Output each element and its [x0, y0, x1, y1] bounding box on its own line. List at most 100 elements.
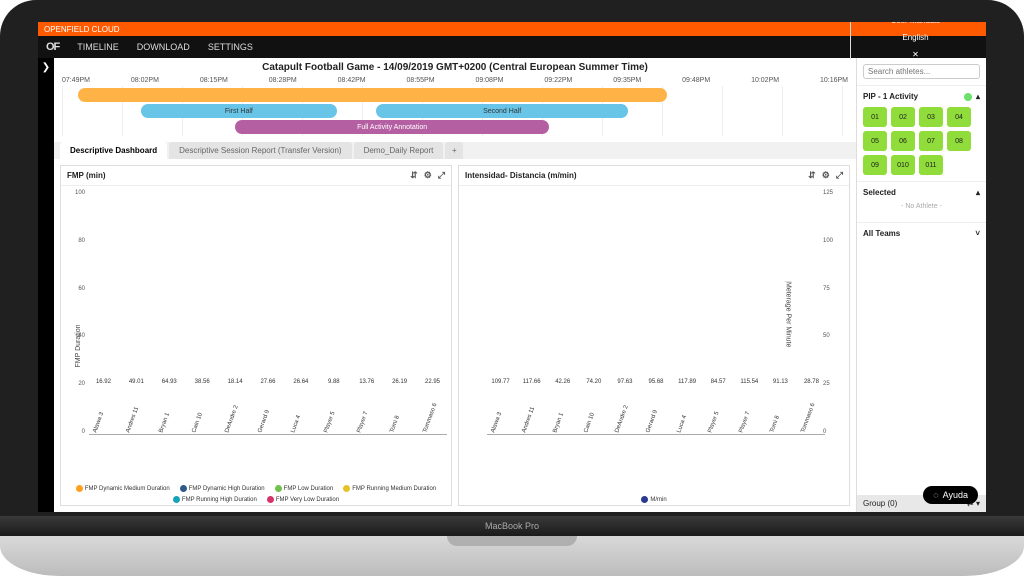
legend-item: FMP Dynamic Medium Duration	[76, 485, 170, 492]
pip-button[interactable]: 010	[891, 155, 915, 175]
tab-descriptive-dashboard[interactable]: Descriptive Dashboard	[60, 142, 167, 159]
fmp-yaxis: 100806040200	[63, 190, 87, 435]
category-label: Gerard 9	[645, 388, 666, 433]
timeline-segment-first-half[interactable]: First Half	[141, 104, 338, 118]
fmp-bar-group: 22.95Tommaso 6	[418, 379, 447, 434]
timeline-panel: Catapult Football Game - 14/09/2019 GMT+…	[54, 58, 856, 142]
category-label: DeAndre 2	[224, 388, 245, 433]
timeline-tick: 09:48PM	[682, 77, 710, 84]
tab-daily-report[interactable]: Demo_Daily Report	[354, 142, 444, 159]
legend-item: FMP Very Low Duration	[267, 496, 339, 503]
pip-button[interactable]: 09	[863, 155, 887, 175]
laptop-base	[0, 536, 1024, 576]
timeline-tick: 09:35PM	[613, 77, 641, 84]
fmp-bar-group: 49.01Andres 11	[122, 379, 151, 434]
lock-icon[interactable]: ⇵	[410, 170, 418, 181]
timeline-segment-main[interactable]	[78, 88, 668, 102]
gear-icon[interactable]: ⚙	[424, 170, 432, 181]
pip-button[interactable]: 011	[919, 155, 943, 175]
nav-settings[interactable]: SETTINGS	[208, 42, 253, 52]
fmp-bar-group: 64.93Bryan 1	[155, 379, 184, 434]
timeline-tick: 08:42PM	[338, 77, 366, 84]
category-label: Player 7	[739, 388, 760, 433]
pip-button[interactable]: 05	[863, 131, 887, 151]
category-label: Gerard 9	[257, 388, 278, 433]
fmp-legend: FMP Dynamic Medium Duration FMP Dynamic H…	[61, 485, 451, 503]
timeline-title: Catapult Football Game - 14/09/2019 GMT+…	[54, 58, 856, 77]
bar-value-label: 109.77	[491, 379, 509, 385]
bar-value-label: 91.13	[773, 379, 788, 385]
nav-timeline[interactable]: TIMELINE	[77, 42, 119, 52]
fmp-bar-group: 26.64Luca 4	[286, 379, 315, 434]
expand-icon[interactable]: ⤢	[836, 170, 843, 181]
user-manuals-link[interactable]: User Manuals	[891, 22, 940, 25]
pip-button[interactable]: 01	[863, 107, 887, 127]
language-selector[interactable]: English	[902, 33, 928, 42]
intensidad-bar-group: 97.63DeAndre 2	[611, 379, 638, 434]
intensidad-bar-group: 117.66Andres 11	[518, 379, 545, 434]
intensidad-bar-group: 84.57Player 5	[705, 379, 732, 434]
category-label: Player 5	[323, 388, 344, 433]
timeline-segment-second-half[interactable]: Second Half	[376, 104, 628, 118]
pip-button[interactable]: 04	[947, 107, 971, 127]
category-label: Tomi 8	[770, 388, 791, 433]
athlete-search-input[interactable]	[863, 64, 980, 79]
pip-button[interactable]: 02	[891, 107, 915, 127]
timeline-tick: 07:49PM	[62, 77, 90, 84]
pip-button[interactable]: 03	[919, 107, 943, 127]
timeline-tick: 10:16PM	[820, 77, 848, 84]
legend-item: FMP Dynamic High Duration	[180, 485, 265, 492]
bar-value-label: 9.88	[328, 379, 340, 385]
collapse-left-handle[interactable]: ❯	[38, 58, 54, 512]
bar-value-label: 115.54	[740, 379, 758, 385]
lock-icon[interactable]: ⇵	[808, 170, 816, 181]
category-label: Tomi 8	[389, 388, 410, 433]
panel-intensidad-title: Intensidad- Distancia (m/min)	[465, 171, 577, 180]
bar-value-label: 27.66	[260, 379, 275, 385]
timeline-bars[interactable]: First Half Second Half Full Activity Ann…	[62, 86, 848, 136]
teams-selector[interactable]: All Teams ˅	[857, 223, 986, 244]
pip-button[interactable]: 06	[891, 131, 915, 151]
intensidad-legend: M/min	[459, 496, 849, 503]
gear-icon[interactable]: ⚙	[822, 170, 830, 181]
nav-download[interactable]: DOWNLOAD	[137, 42, 190, 52]
bar-value-label: 117.89	[678, 379, 696, 385]
tab-add[interactable]: +	[445, 142, 463, 159]
bar-value-label: 16.92	[96, 379, 111, 385]
intensidad-bar-group: 115.54 Player 7	[736, 379, 763, 434]
main-nav: OF TIMELINE DOWNLOAD SETTINGS	[38, 36, 986, 58]
chevron-up-icon[interactable]: ▴	[976, 92, 980, 101]
chevron-up-icon[interactable]: ▴	[976, 188, 980, 197]
expand-icon[interactable]: ⤢	[438, 170, 445, 181]
category-label: Luca 4	[676, 388, 697, 433]
pip-button[interactable]: 08	[947, 131, 971, 151]
selected-none: - No Athlete -	[863, 197, 980, 216]
legend-item: FMP Low Duration	[275, 485, 334, 492]
timeline-tick: 08:02PM	[131, 77, 159, 84]
fmp-bar-group: 16.92Alawa 3	[89, 379, 118, 434]
fmp-bar-group: 38.56Cain 10	[188, 379, 217, 434]
fmp-bar-group: 13.76Player 7	[352, 379, 381, 434]
timeline-segment-full-activity[interactable]: Full Activity Annotation	[235, 120, 549, 134]
selected-title: Selected	[863, 188, 896, 197]
intensidad-bar-group: 28.78Tommaso 6	[798, 379, 825, 434]
bar-value-label: 97.63	[617, 379, 632, 385]
panel-intensidad: Intensidad- Distancia (m/min) ⇵ ⚙ ⤢ Mete…	[458, 165, 850, 506]
laptop-hinge: MacBook Pro	[0, 516, 1024, 536]
logo[interactable]: OF	[46, 41, 59, 53]
fmp-chart: 16.92Alawa 349.01Andres 1164.93Bryan 138…	[89, 190, 447, 435]
brand-text: OPENFIELD CLOUD	[44, 25, 120, 34]
legend-item: FMP Running Medium Duration	[343, 485, 436, 492]
bar-value-label: 74.20	[586, 379, 601, 385]
timeline-tick: 08:55PM	[407, 77, 435, 84]
bar-value-label: 13.76	[359, 379, 374, 385]
pip-button[interactable]: 07	[919, 131, 943, 151]
panel-fmp: FMP (min) ⇵ ⚙ ⤢ FMP Duration 10080604020…	[60, 165, 452, 506]
timeline-tick: 09:22PM	[544, 77, 572, 84]
legend-item: M/min	[641, 496, 666, 503]
tab-session-report[interactable]: Descriptive Session Report (Transfer Ver…	[169, 142, 351, 159]
status-led-icon	[964, 93, 972, 101]
timeline-tick: 10:02PM	[751, 77, 779, 84]
brand-bar: OPENFIELD CLOUD ⚲ Europe Demo User Manua…	[38, 22, 986, 36]
intensidad-bar-group: 117.89 Luca 4	[674, 379, 701, 434]
